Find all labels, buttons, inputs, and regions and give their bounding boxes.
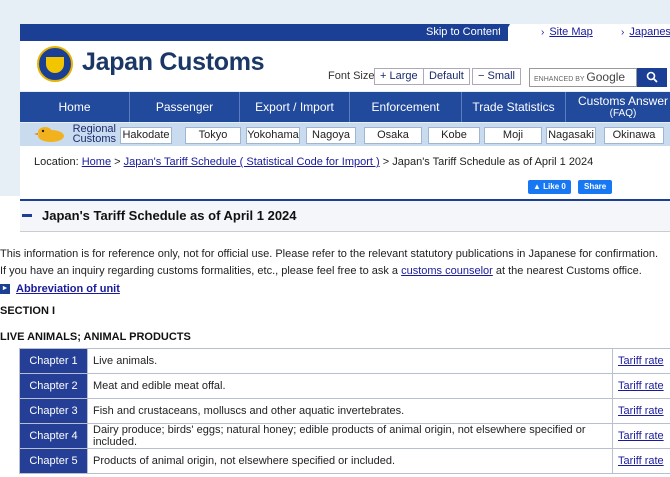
breadcrumb-home-link[interactable]: Home <box>82 156 111 168</box>
breadcrumb-area <box>20 146 670 196</box>
font-size-label: Font Size <box>328 70 375 82</box>
table-row: Chapter 3 Fish and crustaceans, molluscs… <box>19 398 670 424</box>
chapter-number: Chapter 3 <box>19 398 88 424</box>
nav-enforcement[interactable]: Enforcement <box>350 92 462 122</box>
city-nagasaki[interactable]: Nagasaki <box>546 127 596 144</box>
main-nav: Home Passenger Export / Import Enforceme… <box>20 92 670 122</box>
section-heading: SECTION I <box>0 305 56 317</box>
japanese-link[interactable]: ›Japanese <box>621 26 670 38</box>
table-row: Chapter 5 Products of animal origin, not… <box>19 448 670 474</box>
nav-export-import[interactable]: Export / Import <box>240 92 350 122</box>
arrow-right-icon: ► <box>0 284 10 294</box>
table-row: Chapter 4 Dairy produce; birds' eggs; na… <box>19 423 670 449</box>
site-map-link[interactable]: › Site Map <box>541 26 593 38</box>
tariff-rate-cell: Tariff rate <box>612 398 670 424</box>
chapter-number: Chapter 4 <box>19 423 88 449</box>
font-large-button[interactable]: + Large <box>374 68 424 85</box>
search-button[interactable] <box>637 68 667 87</box>
table-row: Chapter 2 Meat and edible meat offal. Ta… <box>19 373 670 399</box>
page: Skip to Content ›Site Map ›Japanese Japa… <box>0 0 670 477</box>
tariff-rate-cell: Tariff rate <box>612 373 670 399</box>
chevron-right-icon: › <box>541 27 545 38</box>
city-moji[interactable]: Moji <box>484 127 542 144</box>
city-hakodate[interactable]: Hakodate <box>120 127 172 144</box>
chapter-description: Fish and crustaceans, molluscs and other… <box>87 398 613 424</box>
google-brand: Google <box>586 70 626 84</box>
chapter-number: Chapter 2 <box>19 373 88 399</box>
chapter-description: Products of animal origin, not elsewhere… <box>87 448 613 474</box>
facebook-like-button[interactable]: ▲ Like 0 <box>528 180 571 194</box>
tariff-rate-link[interactable]: Tariff rate <box>618 455 664 467</box>
search-icon <box>646 71 658 83</box>
chapter-description: Live animals. <box>87 348 613 374</box>
customs-emblem-icon[interactable] <box>37 46 73 82</box>
font-default-button[interactable]: Default <box>423 68 470 85</box>
nav-trade-statistics[interactable]: Trade Statistics <box>462 92 566 122</box>
notice-reference: This information is for reference only, … <box>0 248 659 260</box>
section-title: LIVE ANIMALS; ANIMAL PRODUCTS <box>0 331 191 343</box>
facebook-share-button[interactable]: Share <box>578 180 613 194</box>
font-small-button[interactable]: − Small <box>472 68 521 85</box>
search-input[interactable]: ENHANCED BY Google <box>529 68 637 87</box>
table-row: Chapter 1 Live animals. Tariff rate <box>19 348 670 374</box>
city-kobe[interactable]: Kobe <box>428 127 480 144</box>
tariff-rate-link[interactable]: Tariff rate <box>618 355 664 367</box>
tariff-rate-link[interactable]: Tariff rate <box>618 430 664 442</box>
chapter-table: Chapter 1 Live animals. Tariff rate Chap… <box>19 348 670 474</box>
city-yokohama[interactable]: Yokohama <box>246 127 300 144</box>
tariff-rate-cell: Tariff rate <box>612 423 670 449</box>
city-tokyo[interactable]: Tokyo <box>185 127 241 144</box>
chevron-right-icon: › <box>621 27 625 38</box>
tariff-rate-cell: Tariff rate <box>612 448 670 474</box>
page-title: Japan's Tariff Schedule as of April 1 20… <box>42 208 297 223</box>
chapter-number: Chapter 1 <box>19 348 88 374</box>
breadcrumb-current: Japan's Tariff Schedule as of April 1 20… <box>392 156 594 168</box>
site-logo[interactable]: Japan Customs <box>82 48 265 77</box>
notice-inquiry: If you have an inquiry regarding customs… <box>0 265 642 277</box>
nav-customs-answer[interactable]: Customs Answer (FAQ) <box>566 92 670 122</box>
mascot-icon <box>34 127 64 142</box>
chapter-description: Dairy produce; birds' eggs; natural hone… <box>87 423 613 449</box>
regional-customs-label: Regional Customs <box>72 123 116 145</box>
nav-passenger[interactable]: Passenger <box>130 92 240 122</box>
city-osaka[interactable]: Osaka <box>364 127 422 144</box>
tariff-rate-cell: Tariff rate <box>612 348 670 374</box>
breadcrumb-parent-link[interactable]: Japan's Tariff Schedule ( Statistical Co… <box>124 156 380 168</box>
thumbs-up-icon: ▲ <box>533 182 541 191</box>
customs-counselor-link[interactable]: customs counselor <box>401 265 493 277</box>
city-okinawa[interactable]: Okinawa <box>604 127 664 144</box>
breadcrumb: Location: Home > Japan's Tariff Schedule… <box>34 156 594 168</box>
nav-home[interactable]: Home <box>20 92 130 122</box>
abbreviation-of-unit-link[interactable]: Abbreviation of unit <box>16 283 120 295</box>
title-marker <box>22 214 32 217</box>
tariff-rate-link[interactable]: Tariff rate <box>618 380 664 392</box>
top-bar-slant <box>500 24 510 41</box>
chapter-description: Meat and edible meat offal. <box>87 373 613 399</box>
tariff-rate-link[interactable]: Tariff rate <box>618 405 664 417</box>
skip-to-content-link[interactable]: Skip to Content <box>380 24 518 41</box>
city-nagoya[interactable]: Nagoya <box>306 127 356 144</box>
chapter-number: Chapter 5 <box>19 448 88 474</box>
